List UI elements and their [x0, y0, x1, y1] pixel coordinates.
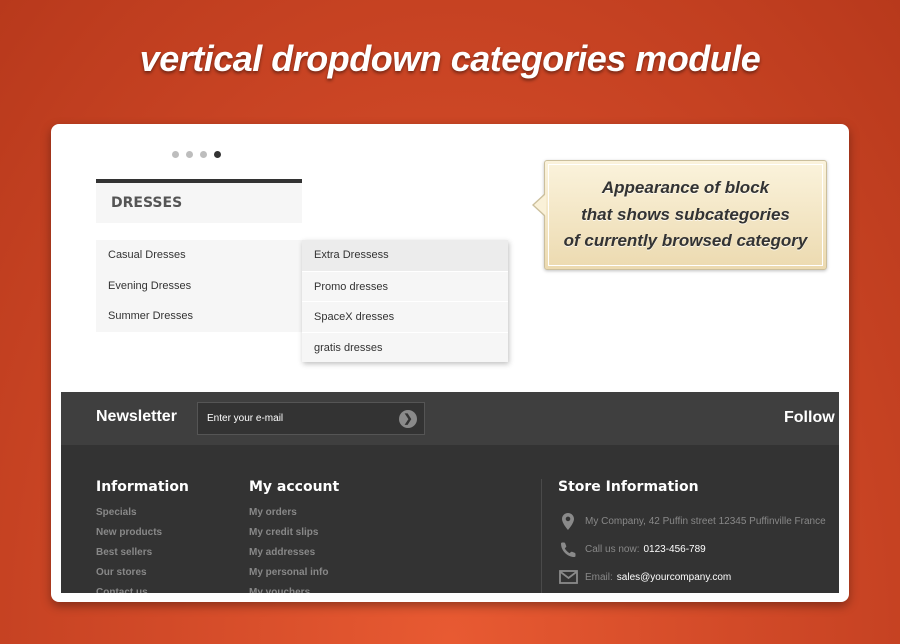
store-phone-label: Call us now:	[585, 543, 640, 555]
footer-link-addresses[interactable]: My addresses	[249, 543, 339, 563]
callout-line: Appearance of block	[601, 178, 770, 197]
shop-preview-card: DRESSES Casual Dresses Evening Dresses S…	[51, 124, 849, 602]
store-email-label: Email:	[585, 571, 613, 583]
newsletter-email-input[interactable]: Enter your e-mail ❯	[197, 402, 425, 435]
callout-pointer	[532, 193, 546, 217]
categories-block-title[interactable]: DRESSES	[96, 179, 302, 223]
store-phone-row: Call us now: 0123-456-789	[558, 535, 826, 563]
carousel-dot-active[interactable]	[214, 151, 221, 158]
footer-link-specials[interactable]: Specials	[96, 503, 189, 523]
category-list: Casual Dresses Evening Dresses Summer Dr…	[96, 240, 302, 332]
footer-store-title: Store Information	[558, 479, 699, 495]
store-address-row: My Company, 42 Puffin street 12345 Puffi…	[558, 507, 826, 535]
store-address: My Company, 42 Puffin street 12345 Puffi…	[585, 515, 826, 527]
footer-link-my-orders[interactable]: My orders	[249, 503, 339, 523]
footer-account-title: My account	[249, 479, 340, 495]
footer-link-personal-info[interactable]: My personal info	[249, 563, 339, 583]
footer-information-column: Information Specials New products Best s…	[96, 479, 189, 593]
newsletter-title: Newsletter	[96, 408, 177, 425]
subcategory-dropdown: Extra Dressess Promo dresses SpaceX dres…	[302, 240, 508, 362]
store-email-address[interactable]: sales@yourcompany.com	[617, 572, 731, 583]
category-item-summer[interactable]: Summer Dresses	[96, 301, 302, 332]
follow-heading: Follow	[784, 409, 835, 426]
newsletter-submit-arrow-icon[interactable]: ❯	[399, 410, 417, 428]
footer-account-column: My account My orders My credit slips My …	[249, 479, 339, 593]
subcategory-item-extra[interactable]: Extra Dressess	[302, 240, 508, 271]
subcategory-item-gratis[interactable]: gratis dresses	[302, 331, 508, 363]
newsletter-placeholder: Enter your e-mail	[207, 413, 284, 424]
phone-icon	[558, 539, 578, 559]
annotation-callout: Appearance of block that shows subcatego…	[532, 160, 827, 270]
footer: Information Specials New products Best s…	[61, 445, 839, 593]
map-pin-icon	[558, 511, 578, 531]
footer-link-vouchers[interactable]: My vouchers	[249, 583, 339, 593]
store-phone-number[interactable]: 0123-456-789	[643, 544, 705, 555]
newsletter-bar: Newsletter Enter your e-mail ❯ Follow	[61, 392, 839, 445]
footer-link-best-sellers[interactable]: Best sellers	[96, 543, 189, 563]
store-email-row: Email: sales@yourcompany.com	[558, 563, 826, 591]
category-item-evening[interactable]: Evening Dresses	[96, 271, 302, 302]
footer-link-our-stores[interactable]: Our stores	[96, 563, 189, 583]
carousel-dot[interactable]	[200, 151, 207, 158]
subcategory-item-spacex[interactable]: SpaceX dresses	[302, 301, 508, 332]
page-headline: vertical dropdown categories module	[139, 38, 761, 79]
footer-store-column: Store Information My Company, 42 Puffin …	[541, 479, 826, 593]
category-item-casual[interactable]: Casual Dresses	[96, 240, 302, 271]
callout-line: of currently browsed category	[563, 231, 808, 250]
carousel-dot[interactable]	[172, 151, 179, 158]
callout-text: Appearance of block that shows subcatego…	[545, 175, 826, 255]
callout-line: that shows subcategories	[581, 204, 790, 224]
subcategory-item-promo[interactable]: Promo dresses	[302, 270, 508, 302]
footer-link-contact-us[interactable]: Contact us	[96, 583, 189, 593]
carousel-dots	[172, 151, 221, 158]
footer-link-new-products[interactable]: New products	[96, 523, 189, 543]
carousel-dot[interactable]	[186, 151, 193, 158]
categories-block-title-text: DRESSES	[111, 195, 183, 211]
footer-link-credit-slips[interactable]: My credit slips	[249, 523, 339, 543]
footer-information-title: Information	[96, 479, 189, 495]
envelope-icon	[558, 567, 578, 587]
